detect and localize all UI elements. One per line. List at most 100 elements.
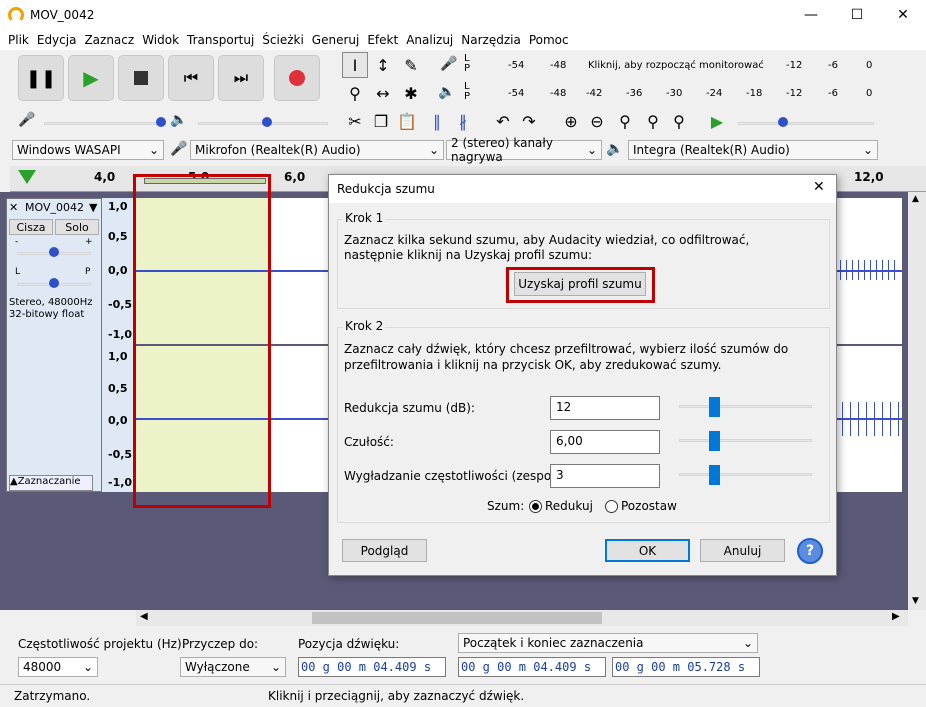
skip-start-button[interactable]: ⏮: [168, 55, 214, 101]
fit-project-icon[interactable]: ⚲: [640, 108, 666, 134]
menu-file[interactable]: Plik: [8, 30, 37, 50]
reduce-radio[interactable]: [529, 500, 542, 513]
timeshift-tool-icon[interactable]: ↔: [370, 80, 396, 106]
playback-volume-thumb[interactable]: [262, 117, 272, 127]
recording-channels-select[interactable]: 2 (stereo) kanały nagrywa ⌄: [446, 136, 602, 164]
draw-tool-icon[interactable]: ✎: [398, 52, 424, 78]
menu-select[interactable]: Zaznacz: [84, 30, 142, 50]
frequency-smoothing-thumb[interactable]: [709, 465, 720, 485]
scroll-left-icon[interactable]: ◀: [140, 611, 148, 622]
pause-button[interactable]: ❚❚: [18, 55, 64, 101]
menu-edit[interactable]: Edycja: [37, 30, 85, 50]
selection-end-field[interactable]: 00 g 00 m 05.728 s: [612, 657, 760, 677]
play-button[interactable]: ▶: [68, 55, 114, 101]
cut-icon[interactable]: ✂: [342, 108, 368, 134]
record-volume-slider[interactable]: [44, 122, 164, 125]
solo-button[interactable]: Solo: [55, 219, 99, 235]
project-rate-select[interactable]: 48000 ⌄: [18, 657, 98, 677]
noise-reduction-db-thumb[interactable]: [709, 397, 720, 417]
gain-thumb[interactable]: [49, 247, 59, 257]
menu-generate[interactable]: Generuj: [312, 30, 368, 50]
track-name-menu[interactable]: MOV_0042: [25, 201, 84, 214]
record-volume-thumb[interactable]: [156, 117, 166, 127]
envelope-tool-icon[interactable]: ↕: [370, 52, 396, 78]
chevron-down-icon[interactable]: ▼: [89, 201, 97, 214]
reduce-radio-label[interactable]: Redukuj: [545, 499, 593, 513]
selection-mode-select[interactable]: Początek i koniec zaznaczenia ⌄: [458, 633, 758, 653]
mute-button[interactable]: Cisza: [9, 219, 53, 235]
ruler-label: 12,0: [854, 170, 884, 184]
redo-icon[interactable]: ↷: [516, 108, 542, 134]
pan-right-label: P: [85, 267, 91, 277]
pan-thumb[interactable]: [49, 278, 59, 288]
dialog-close-icon[interactable]: ✕: [813, 179, 825, 195]
multi-tool-icon[interactable]: ✱: [398, 80, 424, 106]
y-tick: 0,0: [108, 414, 128, 427]
selection-start-field[interactable]: 00 g 00 m 04.409 s: [458, 657, 606, 677]
zoom-tool-icon[interactable]: ⚲: [342, 80, 368, 106]
sensitivity-thumb[interactable]: [709, 431, 720, 451]
horizontal-scrollbar[interactable]: ◀ ▶: [136, 610, 908, 626]
meter-lr: LP: [464, 81, 471, 102]
scroll-down-icon[interactable]: ▼: [912, 596, 919, 606]
zoom-out-icon[interactable]: ⊖: [584, 108, 610, 134]
vertical-scrollbar[interactable]: ▲ ▼: [908, 192, 926, 610]
copy-icon[interactable]: ❐: [368, 108, 394, 134]
scroll-right-icon[interactable]: ▶: [892, 611, 900, 622]
record-meter[interactable]: 🎤 LP -54 -48 Kliknij, aby rozpocząć moni…: [436, 54, 880, 78]
residue-radio-label[interactable]: Pozostaw: [621, 499, 677, 513]
fit-selection-icon[interactable]: ⚲: [612, 108, 638, 134]
ok-button[interactable]: OK: [605, 539, 690, 562]
menu-transport[interactable]: Transportuj: [187, 30, 262, 50]
menu-effect[interactable]: Efekt: [367, 30, 406, 50]
radio-dot-icon: [532, 503, 539, 510]
menu-tracks[interactable]: Ścieżki: [262, 30, 312, 50]
rec-tick: -12: [786, 60, 803, 71]
noise-reduction-db-field[interactable]: 12: [550, 396, 660, 420]
close-track-button[interactable]: ✕: [9, 201, 18, 214]
menu-analyze[interactable]: Analizuj: [406, 30, 461, 50]
undo-icon[interactable]: ↶: [490, 108, 516, 134]
preview-button[interactable]: Podgląd: [342, 539, 427, 562]
play-tick: -24: [706, 88, 723, 99]
zoom-toggle-icon[interactable]: ⚲: [666, 108, 692, 134]
play-speed-slider[interactable]: [738, 122, 874, 125]
trim-icon[interactable]: ∥: [424, 108, 450, 134]
pinned-play-head-icon[interactable]: [18, 170, 36, 184]
close-window-button[interactable]: ✕: [880, 0, 926, 30]
maximize-button[interactable]: ☐: [834, 0, 880, 30]
help-icon[interactable]: ?: [797, 538, 823, 564]
minimize-button[interactable]: —: [788, 0, 834, 30]
recording-device-select[interactable]: Mikrofon (Realtek(R) Audio) ⌄: [190, 140, 444, 160]
sensitivity-slider[interactable]: [679, 439, 812, 442]
selection-tool-icon[interactable]: I: [342, 52, 368, 78]
playback-device-select[interactable]: Integra (Realtek(R) Audio) ⌄: [628, 140, 878, 160]
tools-toolbar: I ↕ ✎ ⚲ ↔ ✱: [340, 52, 430, 108]
chevron-down-icon: ⌄: [742, 636, 753, 650]
stop-button[interactable]: [118, 55, 164, 101]
zoom-in-icon[interactable]: ⊕: [558, 108, 584, 134]
scroll-up-icon[interactable]: ▲: [912, 194, 919, 204]
scroll-thumb[interactable]: [312, 612, 602, 624]
audio-host-select[interactable]: Windows WASAPI ⌄: [12, 140, 164, 160]
rec-monitor-prompt[interactable]: Kliknij, aby rozpocząć monitorować: [588, 60, 764, 71]
audio-position-field[interactable]: 00 g 00 m 04.409 s: [298, 657, 446, 677]
snap-select[interactable]: Wyłączone ⌄: [180, 657, 286, 677]
frequency-smoothing-slider[interactable]: [679, 473, 812, 476]
paste-icon[interactable]: 📋: [394, 108, 420, 134]
select-track-button[interactable]: ▲Zaznaczanie: [9, 475, 93, 491]
sensitivity-field[interactable]: 6,00: [550, 430, 660, 454]
skip-end-button[interactable]: ⏭: [218, 55, 264, 101]
frequency-smoothing-field[interactable]: 3: [550, 464, 660, 488]
residue-radio[interactable]: [605, 500, 618, 513]
noise-reduction-db-slider[interactable]: [679, 405, 812, 408]
silence-icon[interactable]: ∦: [450, 108, 476, 134]
menu-tools[interactable]: Narzędzia: [461, 30, 529, 50]
playback-meter[interactable]: 🔈 LP -54 -48 -42 -36 -30 -24 -18 -12 -6 …: [436, 82, 880, 106]
play-speed-thumb[interactable]: [778, 117, 788, 127]
cancel-button[interactable]: Anuluj: [700, 539, 785, 562]
menu-help[interactable]: Pomoc: [529, 30, 577, 50]
record-button[interactable]: [274, 55, 320, 101]
play-at-speed-icon[interactable]: ▶: [704, 108, 730, 134]
menu-view[interactable]: Widok: [142, 30, 187, 50]
